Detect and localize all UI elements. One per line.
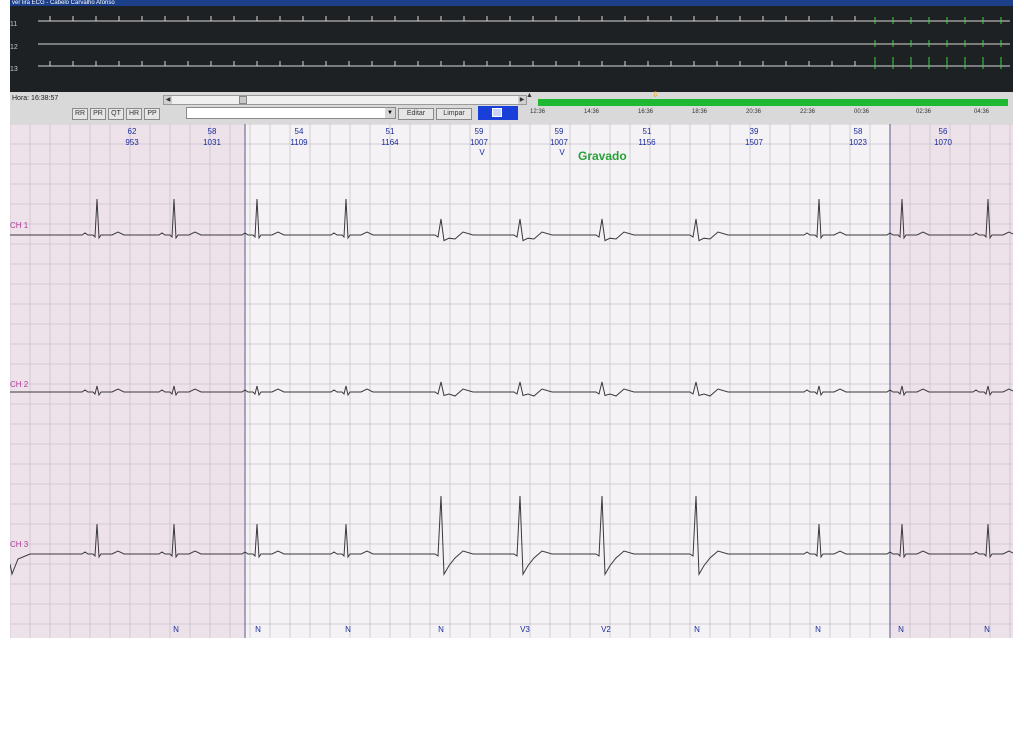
rr-value: 1023 (849, 138, 867, 147)
rr-value: 1164 (381, 138, 399, 147)
beat-label[interactable]: N (173, 625, 179, 634)
recorded-label: Gravado (578, 149, 627, 163)
total-analyzed-label: Total Analisado 23:00 (836, 88, 894, 94)
v-mark: V (479, 148, 485, 157)
beat-label[interactable]: N (984, 625, 990, 634)
beat-label[interactable]: N (898, 625, 904, 634)
trend-traces (38, 16, 1010, 69)
rr-value: 1507 (745, 138, 763, 147)
beat-label[interactable]: N (694, 625, 700, 634)
hr-value: 59 (555, 127, 564, 136)
rr-button[interactable]: RR (72, 108, 88, 120)
timeline-tick: 02:36 (916, 109, 932, 115)
next-window-region (890, 124, 1013, 638)
beat-label[interactable]: N (815, 625, 821, 634)
current-window-region (245, 124, 890, 638)
hr-value: 58 (854, 127, 863, 136)
clear-button[interactable]: Limpar (436, 108, 472, 120)
channel-label-2: CH 2 (10, 380, 29, 389)
beat-label[interactable]: N (438, 625, 444, 634)
rr-value: 953 (125, 138, 139, 147)
beat-label[interactable]: N (345, 625, 351, 634)
hr-value: 59 (475, 127, 484, 136)
timeline-bar[interactable]: ▲ Total Analisado 23:00 ⇩ 12:36 14:36 16… (526, 88, 1013, 124)
hr-value: 58 (208, 127, 217, 136)
pp-button[interactable]: PP (144, 108, 160, 120)
beat-label[interactable]: N (255, 625, 261, 634)
rr-value: 1070 (934, 138, 952, 147)
hr-value: 51 (386, 127, 395, 136)
scroll-left-arrow-icon[interactable]: ◀ (164, 96, 172, 104)
timeline-up-arrow-icon[interactable]: ▲ (526, 92, 533, 99)
hr-button[interactable]: HR (126, 108, 142, 120)
v-mark: V (559, 148, 565, 157)
timeline-tick: 20:36 (746, 109, 762, 115)
toolbar: Hora: 16:38:57 ◀ ▶ RR PR QT HR PP ▼ Edit… (10, 88, 1013, 125)
rr-value: 1031 (203, 138, 221, 147)
analysis-progress-bar (538, 99, 1008, 106)
selection-icon (492, 108, 502, 117)
holter-app-window: ver lira ECG - Cabelo Carvalho Afonso 11… (10, 0, 1013, 638)
ecg-strip[interactable]: 62 953 58 1031 54 1109 51 1164 59 1007 V… (10, 124, 1013, 638)
hr-value: 62 (128, 127, 137, 136)
strip-scrollbar[interactable]: ◀ ▶ (163, 95, 527, 105)
channel-label-3: CH 3 (10, 540, 29, 549)
selection-indicator[interactable] (478, 106, 518, 120)
hr-value: 56 (939, 127, 948, 136)
position-marker-icon[interactable]: ⇩ (652, 90, 659, 99)
rr-value: 1007 (550, 138, 568, 147)
rr-value: 1109 (290, 138, 308, 147)
qt-button[interactable]: QT (108, 108, 124, 120)
timeline-tick: 22:36 (800, 109, 816, 115)
rr-value: 1156 (638, 138, 656, 147)
scroll-right-arrow-icon[interactable]: ▶ (518, 96, 526, 104)
event-select[interactable]: ▼ (186, 107, 396, 119)
rr-value: 1007 (470, 138, 488, 147)
timeline-tick: 12:36 (530, 109, 546, 115)
timeline-tick: 18:36 (692, 109, 708, 115)
time-readout: Hora: 16:38:57 (12, 95, 59, 102)
channel-label-1: CH 1 (10, 221, 29, 230)
beat-label[interactable]: V3 (520, 625, 530, 634)
beat-label[interactable]: V2 (601, 625, 611, 634)
hr-value: 51 (643, 127, 652, 136)
pr-button[interactable]: PR (90, 108, 106, 120)
chevron-down-icon[interactable]: ▼ (385, 108, 395, 118)
edit-button[interactable]: Editar (398, 108, 434, 120)
trend-overview-panel[interactable]: 11 12 13 (10, 6, 1013, 92)
timeline-tick: 16:36 (638, 109, 654, 115)
timeline-tick: 00:36 (854, 109, 870, 115)
hr-value: 54 (295, 127, 304, 136)
timeline-tick: 04:36 (974, 109, 990, 115)
hr-value: 39 (750, 127, 759, 136)
timeline-tick: 14:36 (584, 109, 600, 115)
scroll-thumb[interactable] (239, 96, 247, 104)
